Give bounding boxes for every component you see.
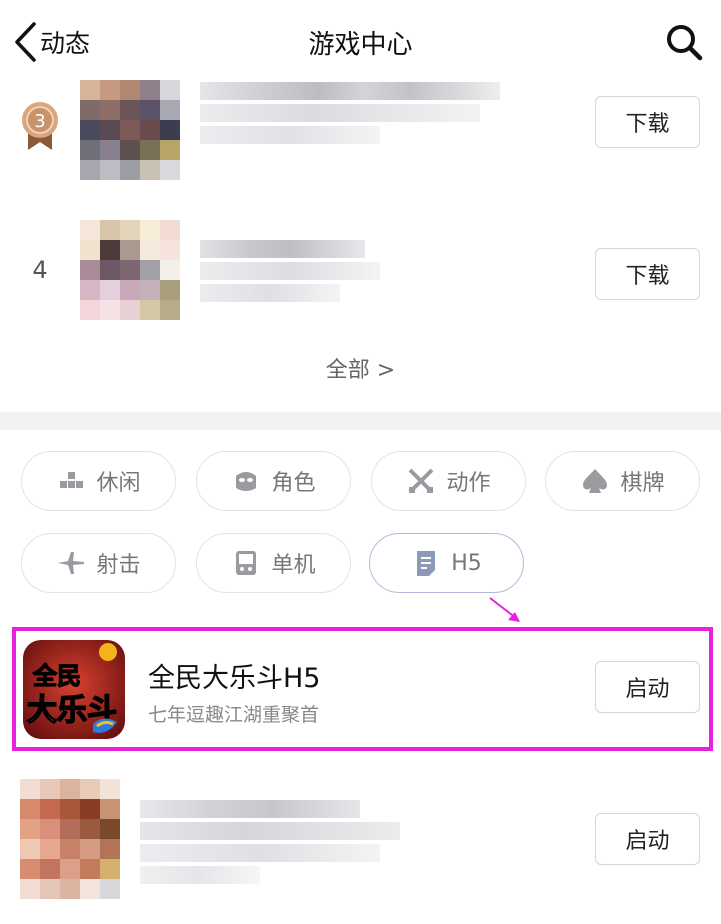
- blurred-game-info: [200, 240, 400, 306]
- category-label: 休闲: [96, 471, 141, 496]
- category-cards[interactable]: 棋牌: [545, 451, 700, 511]
- game-thumbnail: [20, 779, 120, 901]
- category-casual[interactable]: 休闲: [21, 451, 176, 511]
- category-label: 动作: [446, 471, 491, 496]
- launch-button[interactable]: 启动: [595, 661, 700, 713]
- blurred-game-info: [200, 82, 510, 148]
- game-icon-text: 全民: [32, 662, 81, 690]
- category-single-player[interactable]: 单机: [196, 533, 351, 593]
- section-divider: [0, 412, 721, 430]
- document-icon: [417, 551, 436, 576]
- page-title: 游戏中心: [308, 30, 413, 60]
- plane-icon: [58, 552, 85, 574]
- category-label: 棋牌: [620, 471, 665, 496]
- rank-number: 4: [32, 256, 48, 284]
- game-app-icon[interactable]: 全民 大乐斗: [23, 640, 125, 739]
- category-label: 射击: [96, 553, 141, 578]
- mask-icon: [236, 472, 257, 491]
- rank-number: 3: [34, 111, 45, 132]
- category-h5[interactable]: H5: [369, 533, 524, 593]
- search-icon[interactable]: [664, 22, 704, 62]
- bronze-medal-icon: 3: [22, 102, 58, 150]
- category-role[interactable]: 角色: [196, 451, 351, 511]
- category-shooting[interactable]: 射击: [21, 533, 176, 593]
- view-all-link[interactable]: 全部 >: [0, 352, 721, 384]
- game-description: 七年逗趣江湖重聚首: [148, 704, 320, 726]
- console-icon: [236, 551, 257, 575]
- download-button[interactable]: 下载: [595, 96, 700, 148]
- game-thumbnail: [80, 220, 180, 320]
- swords-icon: [409, 468, 434, 494]
- spade-icon: [583, 469, 608, 493]
- download-button[interactable]: 下载: [595, 248, 700, 300]
- category-label: 角色: [271, 471, 316, 496]
- rank-list-item[interactable]: 4 下载: [0, 218, 721, 322]
- blurred-game-info: [140, 800, 400, 888]
- game-thumbnail: [80, 80, 180, 180]
- category-action[interactable]: 动作: [371, 451, 526, 511]
- launch-button[interactable]: 启动: [595, 813, 700, 865]
- category-label: H5: [451, 550, 482, 576]
- rank-list-item[interactable]: 3 下载: [0, 76, 721, 180]
- category-label: 单机: [271, 553, 316, 578]
- top-bar: 动态 游戏中心: [0, 0, 721, 86]
- blocks-icon: [60, 472, 84, 488]
- pointer-arrow-icon: [489, 597, 520, 622]
- game-title: 全民大乐斗H5: [148, 663, 321, 694]
